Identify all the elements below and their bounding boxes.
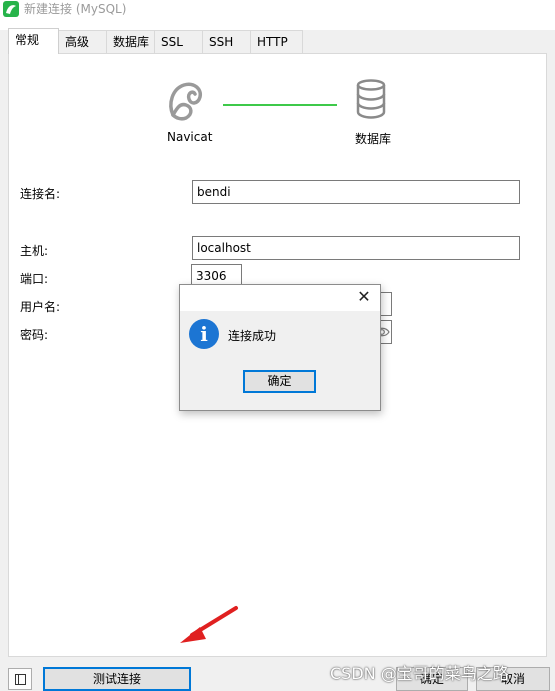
info-icon: i [189, 319, 219, 349]
dialog-title-bar: ✕ [180, 285, 380, 311]
host-label: 主机: [20, 244, 49, 258]
tab-advanced[interactable]: 高级 [58, 30, 107, 54]
close-icon[interactable]: ✕ [356, 289, 372, 305]
dialog-body: i 连接成功 确定 [180, 311, 380, 410]
password-label: 密码: [20, 328, 49, 342]
tab-databases[interactable]: 数据库 [106, 30, 155, 54]
connection-line [223, 104, 337, 106]
tab-ssl[interactable]: SSL [154, 30, 203, 54]
title-bar: 新建连接 (MySQL) [0, 0, 555, 30]
navicat-logo-icon [166, 80, 206, 122]
red-arrow-annotation [180, 606, 238, 643]
tab-general[interactable]: 常规 [8, 28, 59, 54]
connection-success-dialog: ✕ i 连接成功 确定 [179, 284, 381, 411]
toggle-panel-icon[interactable] [8, 668, 32, 690]
database-label: 数据库 [355, 132, 392, 146]
tab-http[interactable]: HTTP [250, 30, 303, 54]
csdn-watermark: CSDN @宝哥的菜鸟之路 [330, 664, 509, 683]
connection-name-label: 连接名: [20, 187, 61, 201]
window-title: 新建连接 (MySQL) [24, 2, 127, 16]
navicat-app-icon [3, 1, 19, 17]
tab-ssh[interactable]: SSH [202, 30, 251, 54]
navicat-label: Navicat [167, 130, 213, 144]
test-connection-button[interactable]: 测试连接 [43, 667, 191, 691]
host-input[interactable]: localhost [192, 236, 520, 260]
dialog-message: 连接成功 [228, 329, 277, 343]
username-label: 用户名: [20, 300, 61, 314]
database-icon [355, 79, 387, 119]
port-label: 端口: [20, 272, 49, 286]
dialog-ok-button[interactable]: 确定 [243, 370, 316, 393]
connection-name-input[interactable]: bendi [192, 180, 520, 204]
